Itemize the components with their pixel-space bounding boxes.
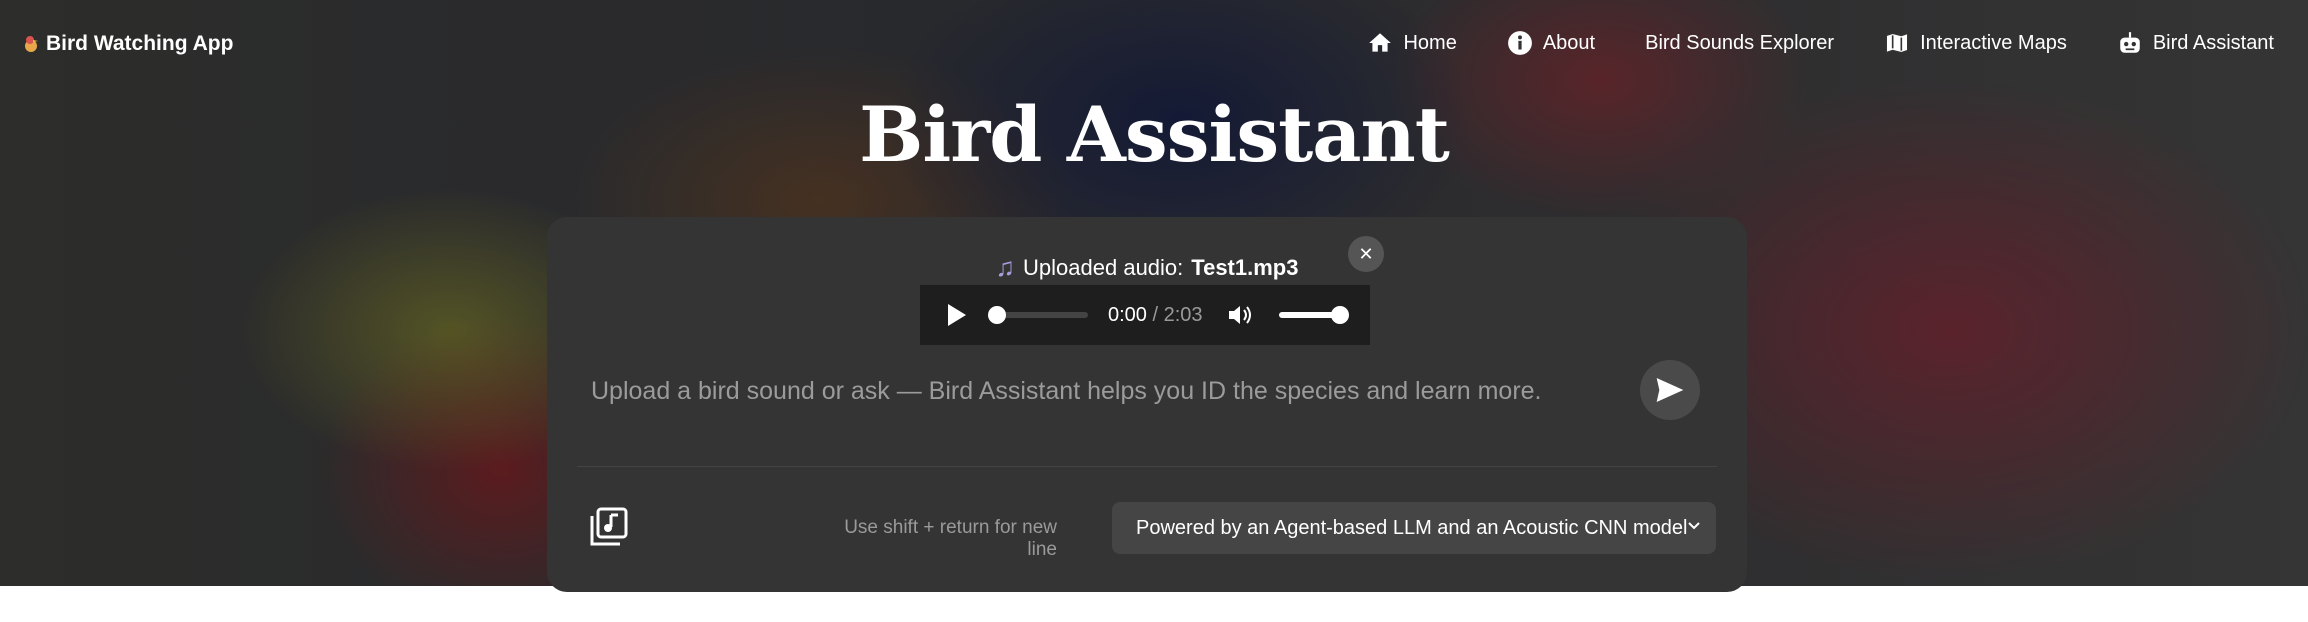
map-icon <box>1885 32 1909 54</box>
model-select[interactable]: Powered by an Agent-based LLM and an Aco… <box>1112 502 1716 554</box>
newline-hint: Use shift + return for new line <box>844 517 1057 560</box>
upload-prefix: Uploaded audio: <box>1023 254 1184 280</box>
time-display: 0:00 / 2:03 <box>1108 304 1203 327</box>
chevron-down-icon <box>1688 522 1700 530</box>
play-button[interactable] <box>948 304 966 326</box>
music-note-icon: ♫ <box>995 252 1016 282</box>
nav-bird-assistant-label: Bird Assistant <box>2152 31 2274 54</box>
brand[interactable]: Bird Watching App <box>22 32 233 56</box>
nav-interactive-maps[interactable]: Interactive Maps <box>1884 30 2067 56</box>
nav-bird-sounds-explorer-label: Bird Sounds Explorer <box>1645 31 1835 54</box>
nav-bird-sounds-explorer[interactable]: Bird Sounds Explorer <box>1645 32 1834 55</box>
bird-logo-icon <box>25 36 38 52</box>
uploaded-filename: Test1.mp3 <box>1191 254 1299 280</box>
seek-slider[interactable] <box>988 306 1088 324</box>
time-separator: / <box>1146 303 1164 326</box>
nav-interactive-maps-label: Interactive Maps <box>1920 31 2067 54</box>
uploaded-audio-info: ♫ Uploaded audio: Test1.mp3 <box>547 252 1747 283</box>
page-title: Bird Assistant <box>859 90 1450 179</box>
volume-knob[interactable] <box>1330 306 1349 324</box>
volume-icon[interactable] <box>1227 303 1255 327</box>
send-icon <box>1656 378 1684 402</box>
brand-name: Bird Watching App <box>46 32 234 55</box>
nav-about-label: About <box>1542 31 1596 54</box>
divider <box>577 466 1717 467</box>
nav-home-label: Home <box>1403 31 1457 54</box>
seek-knob[interactable] <box>988 306 1006 324</box>
top-navbar: Bird Watching App Home About Bird Sounds… <box>0 0 2308 92</box>
audio-player: 0:00 / 2:03 <box>920 285 1370 345</box>
home-icon <box>1369 33 1392 52</box>
chat-input[interactable] <box>591 377 1591 406</box>
nav-links: Home About Bird Sounds Explorer Interact… <box>1367 30 2274 56</box>
remove-audio-button[interactable]: ✕ <box>1348 236 1384 272</box>
nav-about[interactable]: About <box>1507 30 1595 56</box>
model-select-value: Powered by an Agent-based LLM and an Aco… <box>1136 516 1688 539</box>
music-library-icon[interactable] <box>589 507 629 547</box>
current-time: 0:00 <box>1108 303 1147 326</box>
nav-home[interactable]: Home <box>1367 30 1457 56</box>
close-icon: ✕ <box>1358 243 1374 264</box>
send-button[interactable] <box>1640 360 1700 420</box>
chat-panel: ♫ Uploaded audio: Test1.mp3 ✕ 0:00 / 2:0… <box>547 217 1747 592</box>
volume-slider[interactable] <box>1278 306 1349 324</box>
nav-bird-assistant[interactable]: Bird Assistant <box>2117 30 2274 56</box>
info-icon <box>1507 31 1532 55</box>
robot-icon <box>2120 32 2140 53</box>
duration: 2:03 <box>1163 303 1203 326</box>
